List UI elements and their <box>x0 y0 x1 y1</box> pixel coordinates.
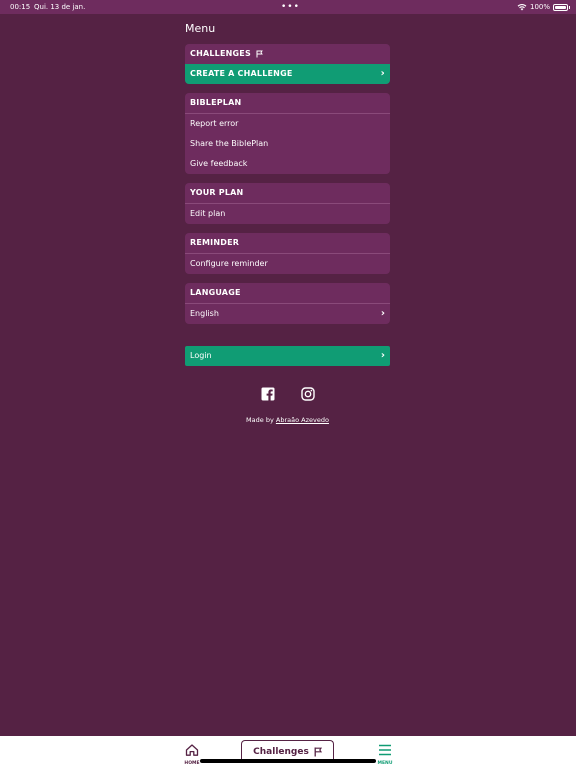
made-by: Made by Abraão Azevedo <box>185 416 390 424</box>
flag-icon <box>256 50 263 58</box>
social-links <box>185 386 390 401</box>
language-card: LANGUAGE English › <box>185 283 390 324</box>
bibleplan-card: BIBLEPLAN Report error Share the BiblePl… <box>185 93 390 174</box>
create-challenge-button[interactable]: CREATE A CHALLENGE › <box>185 64 390 84</box>
configure-reminder-item[interactable]: Configure reminder <box>185 254 390 274</box>
login-button[interactable]: Login › <box>185 346 390 366</box>
report-error-item[interactable]: Report error <box>185 114 390 134</box>
bibleplan-header: BIBLEPLAN <box>190 98 242 107</box>
menu-icon <box>379 744 391 756</box>
battery-icon <box>553 3 570 11</box>
home-icon <box>185 744 199 756</box>
challenges-header-label: CHALLENGES <box>190 49 251 58</box>
status-date: Qui. 13 de jan. <box>34 3 86 11</box>
author-link[interactable]: Abraão Azevedo <box>276 416 329 424</box>
tab-home-label: HOME <box>184 761 200 766</box>
status-right: 100% <box>517 0 570 14</box>
language-header: LANGUAGE <box>190 288 241 297</box>
flag-icon <box>314 747 322 756</box>
status-bar: 00:15 Qui. 13 de jan. ••• 100% <box>0 0 576 14</box>
language-select-item[interactable]: English › <box>185 304 390 324</box>
instagram-icon[interactable] <box>300 386 315 401</box>
share-bibleplan-item[interactable]: Share the BiblePlan <box>185 134 390 154</box>
home-indicator <box>200 759 376 763</box>
multitasking-dots-icon[interactable]: ••• <box>281 0 300 14</box>
reminder-header: REMINDER <box>190 238 240 247</box>
battery-percent: 100% <box>529 3 550 11</box>
facebook-icon[interactable] <box>261 386 275 401</box>
page-title: Menu <box>185 22 216 35</box>
made-by-prefix: Made by <box>246 416 274 424</box>
give-feedback-item[interactable]: Give feedback <box>185 154 390 174</box>
tab-menu[interactable]: MENU <box>376 741 394 766</box>
login-label: Login <box>190 351 212 360</box>
edit-plan-item[interactable]: Edit plan <box>185 204 390 224</box>
create-challenge-label: CREATE A CHALLENGE <box>190 69 293 78</box>
language-current: English <box>190 309 219 318</box>
your-plan-card: YOUR PLAN Edit plan <box>185 183 390 224</box>
challenges-header: CHALLENGES <box>185 44 390 64</box>
chevron-right-icon: › <box>380 350 385 361</box>
chevron-right-icon: › <box>380 68 385 79</box>
challenges-card: CHALLENGES CREATE A CHALLENGE › <box>185 44 390 84</box>
tab-bar: HOME Challenges MENU <box>0 736 576 768</box>
menu-content: Menu CHALLENGES CREATE A CHALLENGE › BIB… <box>185 20 390 424</box>
tab-home[interactable]: HOME <box>183 741 201 766</box>
reminder-card: REMINDER Configure reminder <box>185 233 390 274</box>
wifi-icon <box>517 4 527 11</box>
tab-menu-label: MENU <box>377 761 393 766</box>
status-time: 00:15 <box>10 3 31 11</box>
tab-challenges-label: Challenges <box>253 746 309 757</box>
chevron-right-icon: › <box>380 308 385 319</box>
your-plan-header: YOUR PLAN <box>190 188 244 197</box>
